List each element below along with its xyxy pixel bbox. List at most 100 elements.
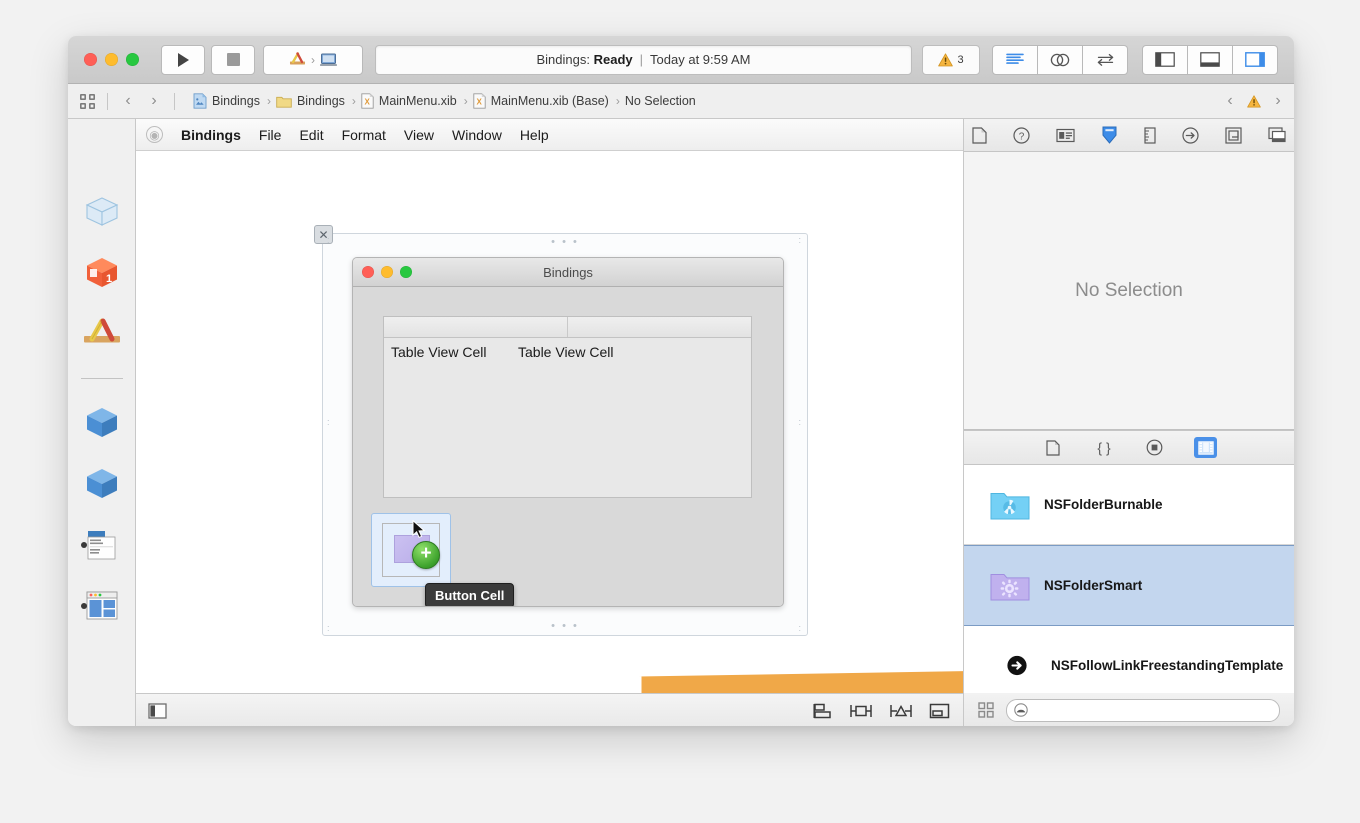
effects-inspector-icon[interactable] bbox=[1268, 127, 1286, 143]
menu-item-edit[interactable]: Edit bbox=[299, 127, 323, 143]
button-cell-drop-target[interactable]: + bbox=[371, 513, 451, 587]
folder-icon bbox=[276, 96, 292, 108]
mouse-cursor-icon bbox=[412, 520, 426, 539]
show-document-outline-icon[interactable] bbox=[148, 702, 167, 719]
zoom-button[interactable] bbox=[126, 53, 139, 66]
issue-counter[interactable]: 3 bbox=[922, 44, 980, 75]
list-item[interactable]: NSFolderBurnable bbox=[964, 465, 1294, 545]
library-list[interactable]: NSFolderBurnable NSFolderSmart NSFollowL… bbox=[964, 465, 1294, 693]
list-item[interactable]: NSFollowLinkFreestandingTemplate bbox=[964, 626, 1294, 693]
align-icon[interactable] bbox=[811, 703, 833, 719]
file-template-library-tab[interactable] bbox=[1041, 437, 1064, 458]
toggle-navigator-button[interactable] bbox=[1142, 44, 1188, 75]
breadcrumb-item-xib[interactable]: X MainMenu.xib › bbox=[361, 93, 468, 109]
object-library-tab[interactable] bbox=[1143, 437, 1166, 458]
version-editor-button[interactable] bbox=[1083, 44, 1128, 75]
mac-destination-icon bbox=[320, 53, 337, 66]
divider bbox=[80, 378, 123, 379]
designed-window[interactable]: Bindings Table View Cell Table View Cell… bbox=[352, 257, 784, 607]
library-search-field[interactable] bbox=[1006, 698, 1280, 722]
table-view[interactable]: Table View Cell Table View Cell bbox=[383, 316, 752, 498]
menu-item-window[interactable]: Window bbox=[452, 127, 502, 143]
menu-item-format[interactable]: Format bbox=[342, 127, 386, 143]
menu-item-file[interactable]: File bbox=[259, 127, 282, 143]
related-items-icon bbox=[80, 93, 95, 109]
smart-folder-icon bbox=[990, 574, 1030, 601]
chevron-right-icon: › bbox=[463, 94, 468, 108]
connections-inspector-icon[interactable] bbox=[1182, 126, 1199, 144]
forward-button[interactable]: › bbox=[146, 92, 162, 110]
table-column-header-1[interactable] bbox=[384, 317, 567, 337]
jump-bar: ‹ › Bindings › Bindings › X MainMenu.xib… bbox=[68, 84, 1294, 119]
file-inspector-icon[interactable] bbox=[972, 126, 987, 144]
toolbar: › Bindings: Ready | Today at 9:59 AM 3 bbox=[68, 36, 1294, 84]
canvas-corner-dots: : bbox=[798, 235, 803, 245]
breadcrumb-label: Bindings bbox=[296, 94, 345, 108]
stop-button[interactable] bbox=[211, 44, 255, 75]
warning-count: 3 bbox=[957, 53, 964, 66]
menu-item-bindings[interactable]: Bindings bbox=[181, 127, 241, 143]
editor-area: ◉ Bindings File Edit Format View Window … bbox=[136, 119, 963, 726]
library-item-label: NSFolderSmart bbox=[1044, 577, 1143, 593]
inspector-pane: No Selection bbox=[964, 152, 1294, 430]
close-button[interactable] bbox=[84, 53, 97, 66]
breadcrumb-item-project[interactable]: Bindings › bbox=[193, 93, 271, 109]
apple-menu-icon[interactable]: ◉ bbox=[146, 126, 163, 143]
code-snippet-library-tab[interactable]: { } bbox=[1092, 437, 1115, 458]
jump-bar-right: ‹ › bbox=[1222, 92, 1294, 110]
search-icon bbox=[1014, 703, 1028, 717]
breadcrumb-item-xib-base[interactable]: X MainMenu.xib (Base) › bbox=[473, 93, 620, 109]
library-tab-bar: { } bbox=[964, 430, 1294, 465]
warning-triangle-icon bbox=[1247, 94, 1261, 107]
ib-canvas[interactable]: ✕ • • • • • • : : : : : : Bindings Table… bbox=[136, 151, 963, 693]
quick-help-icon[interactable]: ? bbox=[1013, 126, 1030, 144]
resolve-auto-layout-icon[interactable] bbox=[889, 703, 913, 719]
media-library-tab[interactable] bbox=[1194, 437, 1217, 458]
breadcrumb-item-group[interactable]: Bindings › bbox=[276, 94, 356, 108]
table-row[interactable]: Table View Cell Table View Cell bbox=[384, 338, 751, 360]
search-input[interactable] bbox=[1033, 702, 1272, 718]
nav-item-object-placeholder[interactable] bbox=[79, 191, 125, 233]
nav-item-window[interactable] bbox=[79, 585, 125, 627]
divider bbox=[174, 92, 175, 110]
back-button[interactable]: ‹ bbox=[120, 92, 136, 110]
screenshot-root: › Bindings: Ready | Today at 9:59 AM 3 ‹… bbox=[0, 0, 1360, 823]
previous-issue-button[interactable]: ‹ bbox=[1222, 92, 1238, 110]
code-snippet-library-icon: { } bbox=[1097, 440, 1111, 456]
breadcrumb-item-selection[interactable]: No Selection bbox=[625, 94, 696, 108]
xib-icon: X bbox=[361, 93, 374, 109]
status-separator: | bbox=[639, 52, 644, 67]
button-cell-tooltip: Button Cell bbox=[425, 583, 515, 606]
svg-text:?: ? bbox=[1019, 131, 1025, 142]
nav-item-object-b[interactable] bbox=[79, 463, 125, 505]
nav-item-application[interactable] bbox=[79, 313, 125, 355]
file-template-library-icon bbox=[1045, 439, 1060, 456]
identity-inspector-icon[interactable] bbox=[1056, 128, 1075, 143]
scheme-selector[interactable]: › bbox=[263, 44, 363, 75]
library-filter-bar bbox=[964, 693, 1294, 726]
grid-view-icon[interactable] bbox=[978, 702, 994, 718]
menu-item-help[interactable]: Help bbox=[520, 127, 549, 143]
minimize-button[interactable] bbox=[105, 53, 118, 66]
chevron-right-icon: › bbox=[266, 94, 271, 108]
standard-editor-button[interactable] bbox=[992, 44, 1038, 75]
toggle-utilities-button[interactable] bbox=[1233, 44, 1278, 75]
inspector-tab-bar: ? bbox=[964, 119, 1294, 152]
resizing-behavior-icon[interactable] bbox=[929, 703, 951, 719]
editor-bottom-bar bbox=[136, 693, 963, 726]
bindings-inspector-icon[interactable] bbox=[1225, 126, 1242, 144]
run-button[interactable] bbox=[161, 44, 205, 75]
outline-object-list: 1 bbox=[68, 191, 135, 627]
attributes-inspector-icon[interactable] bbox=[1101, 126, 1118, 144]
list-item[interactable]: NSFolderSmart bbox=[964, 545, 1294, 626]
size-inspector-icon[interactable] bbox=[1144, 126, 1156, 144]
pin-icon[interactable] bbox=[849, 703, 873, 719]
assistant-editor-button[interactable] bbox=[1038, 44, 1083, 75]
next-issue-button[interactable]: › bbox=[1270, 92, 1286, 110]
toggle-debug-area-button[interactable] bbox=[1188, 44, 1233, 75]
table-column-header-2[interactable] bbox=[567, 317, 751, 337]
nav-item-first-responder[interactable]: 1 bbox=[79, 252, 125, 294]
nav-item-object-a[interactable] bbox=[79, 402, 125, 444]
nav-item-main-menu[interactable] bbox=[79, 524, 125, 566]
menu-item-view[interactable]: View bbox=[404, 127, 434, 143]
